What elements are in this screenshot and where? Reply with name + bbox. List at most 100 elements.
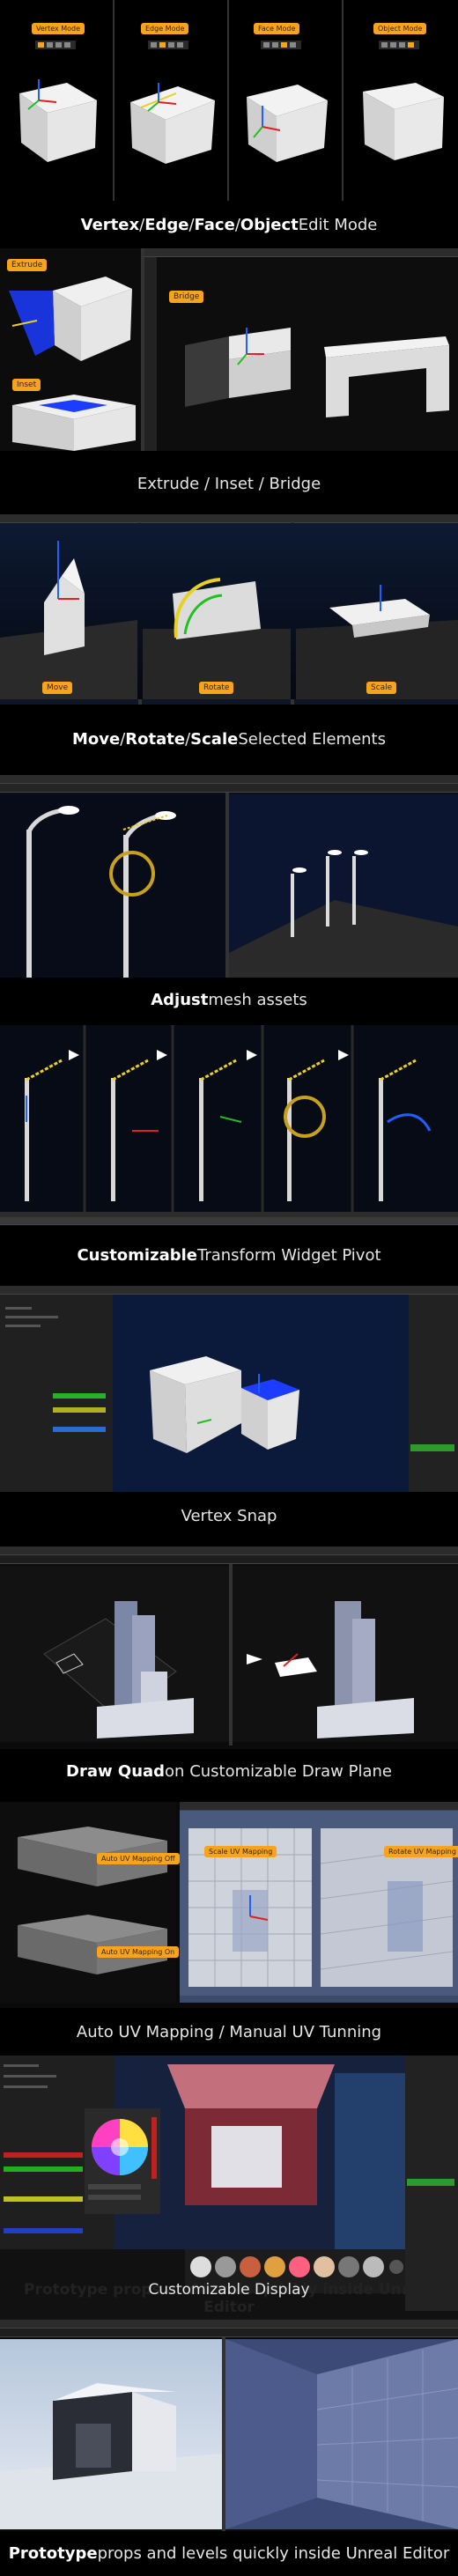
outliner-row[interactable] — [407, 2179, 454, 2186]
caption-rest: props and levels quickly inside Unreal E… — [97, 2543, 450, 2563]
outliner-row[interactable] — [410, 1444, 454, 1451]
object-mode-button[interactable]: Object Mode — [373, 23, 427, 34]
bridge-mesh-a[interactable] — [176, 301, 308, 416]
pivot-panels — [0, 1025, 458, 1226]
vertex-snap-panel — [0, 1286, 458, 1492]
caption-draw-quad: Draw Quad on Customizable Draw Plane — [0, 1749, 458, 1793]
mesh-asset-panels — [0, 775, 458, 978]
tool-icons[interactable] — [148, 41, 188, 49]
outliner-panel[interactable] — [409, 1295, 458, 1492]
draw-quad-scene[interactable] — [0, 1566, 458, 1742]
caption-text: Vertex Snap — [181, 1506, 277, 1525]
property-row[interactable] — [4, 2085, 48, 2088]
caption-prototype-bold: Prototype — [8, 2543, 98, 2563]
timeline-bar[interactable] — [0, 1217, 458, 1225]
color-bar[interactable] — [4, 2166, 83, 2172]
divider — [113, 0, 114, 201]
property-row[interactable] — [4, 2075, 56, 2078]
uv-cubes[interactable] — [0, 1802, 176, 2003]
caption-rest: Edit Mode — [298, 215, 378, 234]
caption-vertex: Vertex — [80, 215, 140, 234]
caption-rest: on Customizable Draw Plane — [165, 1761, 392, 1781]
tool-icons[interactable] — [35, 41, 76, 49]
caption-draw-quad-bold: Draw Quad — [66, 1761, 166, 1781]
caption-move: Move — [71, 729, 121, 749]
uv-panels: Auto UV Mapping Off Auto UV Mapping On S… — [0, 1802, 458, 2008]
uv-scene[interactable] — [180, 1811, 458, 1996]
rotate-uv-badge: Rotate UV Mapping — [384, 1846, 458, 1857]
color-picker[interactable] — [85, 2108, 160, 2214]
editor-toolbar[interactable] — [0, 514, 458, 523]
snap-mesh[interactable] — [144, 1335, 303, 1467]
edge-mode-button[interactable]: Edge Mode — [141, 23, 189, 34]
caption-customizable: Customizable — [77, 1245, 197, 1265]
property-row[interactable] — [5, 1325, 41, 1327]
tool-sidebar[interactable] — [144, 257, 157, 451]
extrude-cube[interactable] — [0, 264, 141, 370]
viewport-toolbar[interactable] — [0, 2329, 458, 2337]
editor-toolbar[interactable] — [180, 1802, 458, 1811]
caption-prototype: Prototype props and levels quickly insid… — [0, 2533, 458, 2573]
face-mode-button[interactable]: Face Mode — [254, 23, 300, 34]
bridge-mesh-b[interactable] — [317, 333, 454, 417]
cube-face-mode[interactable] — [236, 74, 333, 166]
property-row[interactable] — [5, 1316, 58, 1318]
divider — [342, 0, 344, 201]
caption-rest: mesh assets — [208, 990, 307, 1009]
caption-rest: Selected Elements — [238, 729, 386, 749]
uv-off-badge: Auto UV Mapping Off — [97, 1853, 180, 1864]
caption-edge: Edge — [144, 215, 189, 234]
property-row[interactable] — [5, 1307, 32, 1310]
caption-edit-mode: Vertex / Edge / Face / Object Edit Mode — [0, 203, 458, 247]
scale-uv-badge: Scale UV Mapping — [204, 1846, 277, 1857]
inset-cube[interactable] — [4, 389, 141, 451]
viewport-toolbar[interactable] — [0, 1555, 458, 1564]
tool-icons[interactable] — [261, 41, 301, 49]
draw-quad-panels — [0, 1546, 458, 1749]
cube-edge-mode[interactable] — [123, 74, 220, 166]
vertex-mode-button[interactable]: Vertex Mode — [32, 23, 85, 34]
caption-rotate: Rotate — [125, 729, 186, 749]
prototype-scene[interactable] — [0, 2339, 458, 2529]
divider — [227, 0, 229, 201]
caption-pivot: Customizable Transform Widget Pivot — [0, 1233, 458, 1277]
color-slider[interactable] — [53, 1393, 106, 1399]
caption-display: Customizable Display — [148, 2281, 310, 2299]
pivot-sequence[interactable] — [0, 1025, 458, 1212]
rotate-badge: Rotate — [199, 682, 234, 694]
color-slider[interactable] — [53, 1427, 106, 1432]
uv-on-badge: Auto UV Mapping On — [97, 1946, 180, 1958]
caption-scale: Scale — [190, 729, 239, 749]
display-panels: Prototype props and levels quickly insid… — [0, 2056, 458, 2320]
caption-transform: Move / Rotate / Scale Selected Elements — [0, 717, 458, 761]
cube-vertex-mode[interactable] — [12, 74, 104, 166]
streetlight-scene[interactable] — [0, 794, 458, 978]
color-slider[interactable] — [53, 1407, 106, 1413]
editor-toolbar[interactable] — [0, 1286, 458, 1295]
editor-toolbar[interactable] — [144, 248, 458, 257]
viewport-toolbar[interactable] — [0, 784, 458, 793]
editor-toolbar[interactable] — [0, 2320, 458, 2329]
color-bar[interactable] — [4, 2196, 83, 2202]
caption-snap: Vertex Snap — [0, 1494, 458, 1538]
prototype-panels — [0, 2320, 458, 2531]
property-row[interactable] — [4, 2064, 39, 2067]
caption-object: Object — [240, 215, 299, 234]
color-bar[interactable] — [4, 2152, 83, 2158]
editor-toolbar[interactable] — [0, 1546, 458, 1555]
caption-uv: Auto UV Mapping / Manual UV Tunning — [0, 2010, 458, 2054]
transform-scene[interactable] — [0, 523, 458, 699]
tool-icons[interactable] — [379, 41, 419, 49]
extrude-panels: Extrude Inset Bridge — [0, 248, 458, 460]
caption-extrude: Extrude / Inset / Bridge — [0, 461, 458, 506]
caption-rest: Transform Widget Pivot — [196, 1245, 381, 1265]
cube-object-mode[interactable] — [351, 74, 451, 166]
caption-adjust: Adjust mesh assets — [0, 978, 458, 1022]
color-bar[interactable] — [4, 2228, 83, 2233]
transform-panels: Move Rotate Scale — [0, 514, 458, 705]
caption-face: Face — [194, 215, 235, 234]
editor-toolbar[interactable] — [0, 775, 458, 784]
caption-text: Extrude / Inset / Bridge — [137, 474, 321, 493]
scale-badge: Scale — [366, 682, 397, 694]
caption-text: Auto UV Mapping / Manual UV Tunning — [76, 2022, 382, 2041]
